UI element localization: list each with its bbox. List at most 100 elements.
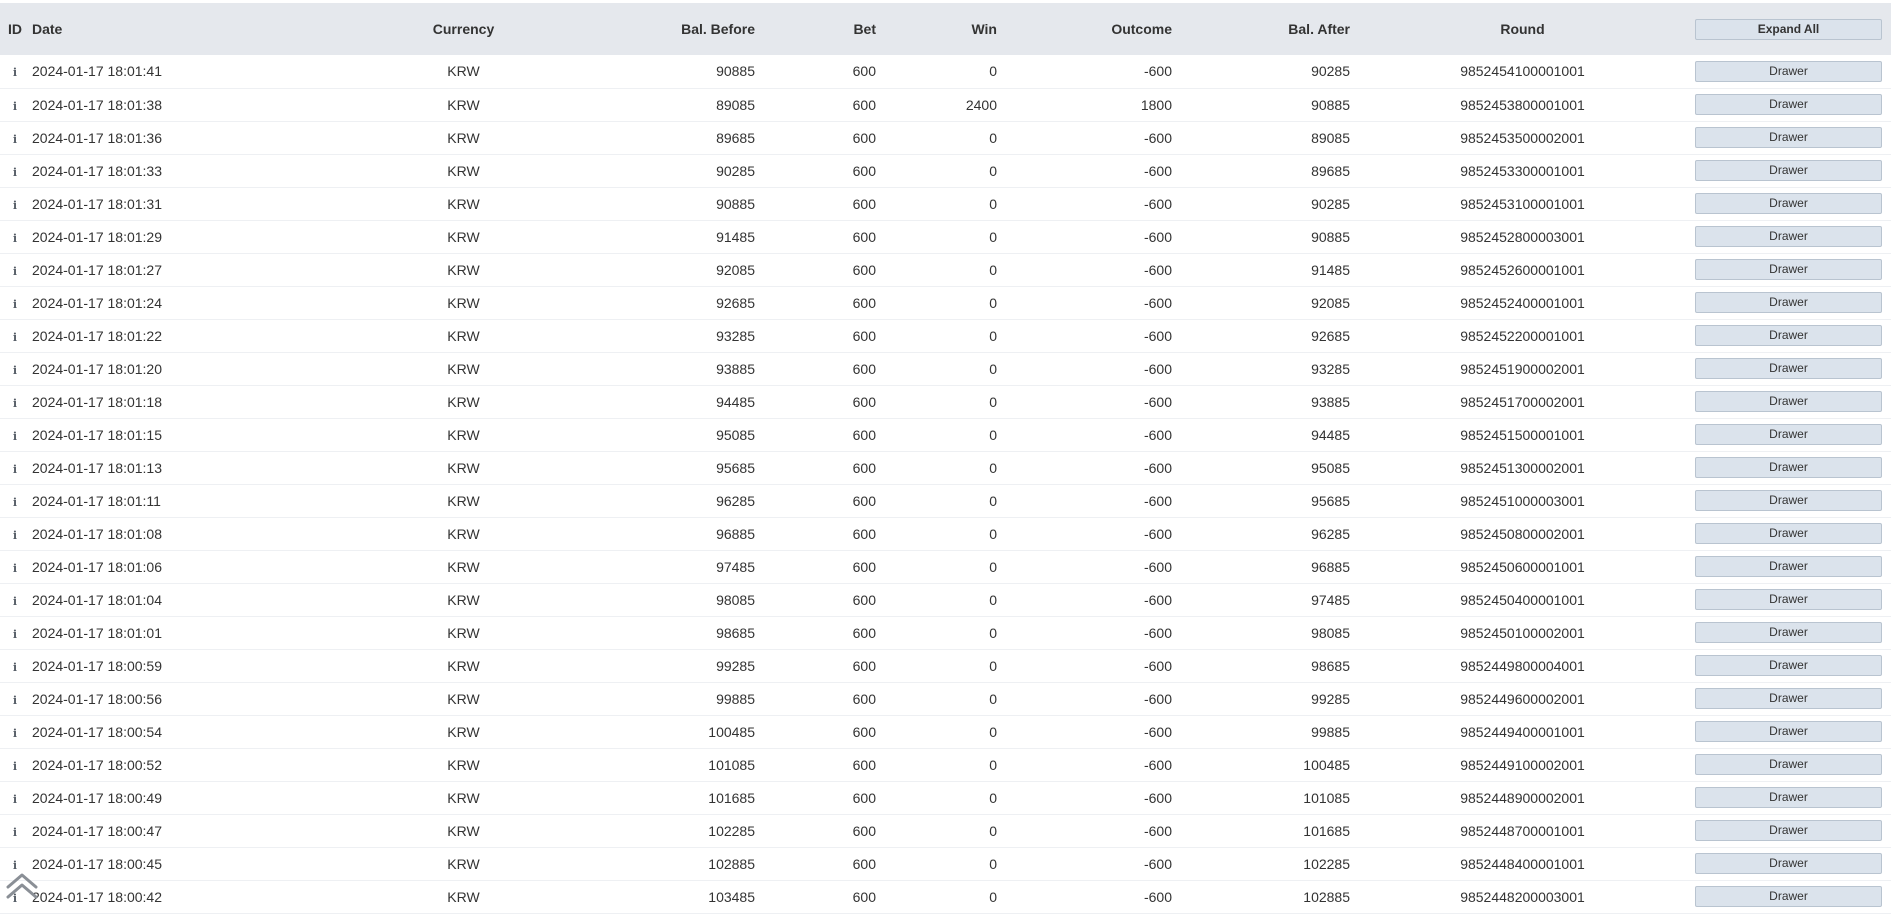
cell-actions: Drawer bbox=[1695, 616, 1891, 649]
drawer-button[interactable]: Drawer bbox=[1695, 556, 1882, 577]
drawer-button[interactable]: Drawer bbox=[1695, 688, 1882, 709]
col-header-currency[interactable]: Currency bbox=[272, 3, 655, 55]
cell-bet: 600 bbox=[852, 63, 876, 80]
info-icon[interactable]: i bbox=[8, 793, 22, 806]
drawer-button[interactable]: Drawer bbox=[1695, 127, 1882, 148]
cell-round: 9852450100002001 bbox=[1460, 624, 1585, 641]
row-info-cell: i bbox=[0, 550, 32, 583]
table-row: i 2024-01-17 18:01:33 KRW 90285 600 0 -600 8968… bbox=[0, 154, 1891, 187]
cell-bal-after: 93285 bbox=[1311, 360, 1350, 377]
drawer-button[interactable]: Drawer bbox=[1695, 853, 1882, 874]
table-row: i 2024-01-17 18:01:31 KRW 90885 600 0 -600 9028… bbox=[0, 187, 1891, 220]
cell-win: 0 bbox=[989, 360, 997, 377]
drawer-button[interactable]: Drawer bbox=[1695, 721, 1882, 742]
cell-currency: KRW bbox=[447, 129, 480, 146]
drawer-button[interactable]: Drawer bbox=[1695, 160, 1882, 181]
col-header-actions: Expand All bbox=[1695, 3, 1891, 55]
drawer-button[interactable]: Drawer bbox=[1695, 754, 1882, 775]
cell-bet: 600 bbox=[852, 690, 876, 707]
drawer-button[interactable]: Drawer bbox=[1695, 94, 1882, 115]
drawer-button[interactable]: Drawer bbox=[1695, 523, 1882, 544]
drawer-button[interactable]: Drawer bbox=[1695, 391, 1882, 412]
info-icon[interactable]: i bbox=[8, 397, 22, 410]
info-icon[interactable]: i bbox=[8, 133, 22, 146]
drawer-button[interactable]: Drawer bbox=[1695, 490, 1882, 511]
drawer-button[interactable]: Drawer bbox=[1695, 457, 1882, 478]
cell-win: 0 bbox=[989, 591, 997, 608]
cell-win: 0 bbox=[989, 459, 997, 476]
drawer-button[interactable]: Drawer bbox=[1695, 622, 1882, 643]
row-info-cell: i bbox=[0, 682, 32, 715]
cell-currency: KRW bbox=[447, 261, 480, 278]
cell-bet: 600 bbox=[852, 822, 876, 839]
drawer-button[interactable]: Drawer bbox=[1695, 787, 1882, 808]
info-icon[interactable]: i bbox=[8, 760, 22, 773]
drawer-button[interactable]: Drawer bbox=[1695, 589, 1882, 610]
drawer-button[interactable]: Drawer bbox=[1695, 193, 1882, 214]
info-icon[interactable]: i bbox=[8, 232, 22, 245]
row-info-cell: i bbox=[0, 385, 32, 418]
cell-date: 2024-01-17 18:01:22 bbox=[32, 327, 162, 344]
info-icon[interactable]: i bbox=[8, 529, 22, 542]
col-header-bet[interactable]: Bet bbox=[755, 3, 876, 55]
cell-win: 0 bbox=[989, 822, 997, 839]
table-row: i 2024-01-17 18:00:49 KRW 101685 600 0 -600 101… bbox=[0, 781, 1891, 814]
cell-bal-after: 95085 bbox=[1311, 459, 1350, 476]
col-header-outcome[interactable]: Outcome bbox=[997, 3, 1172, 55]
table-row: i 2024-01-17 18:01:15 KRW 95085 600 0 -600 9448… bbox=[0, 418, 1891, 451]
cell-date: 2024-01-17 18:00:45 bbox=[32, 855, 162, 872]
scroll-to-top-button[interactable] bbox=[5, 872, 39, 902]
cell-round: 9852450400001001 bbox=[1460, 591, 1585, 608]
cell-round: 9852452600001001 bbox=[1460, 261, 1585, 278]
col-header-bal-before[interactable]: Bal. Before bbox=[655, 3, 755, 55]
cell-actions: Drawer bbox=[1695, 517, 1891, 550]
info-icon[interactable]: i bbox=[8, 364, 22, 377]
info-icon[interactable]: i bbox=[8, 166, 22, 179]
drawer-button[interactable]: Drawer bbox=[1695, 325, 1882, 346]
row-info-cell: i bbox=[0, 352, 32, 385]
info-icon[interactable]: i bbox=[8, 595, 22, 608]
cell-round: 9852452200001001 bbox=[1460, 327, 1585, 344]
drawer-button[interactable]: Drawer bbox=[1695, 655, 1882, 676]
info-icon[interactable]: i bbox=[8, 199, 22, 212]
info-icon[interactable]: i bbox=[8, 496, 22, 509]
info-icon[interactable]: i bbox=[8, 100, 22, 113]
info-icon[interactable]: i bbox=[8, 430, 22, 443]
drawer-button[interactable]: Drawer bbox=[1695, 424, 1882, 445]
info-icon[interactable]: i bbox=[8, 331, 22, 344]
info-icon[interactable]: i bbox=[8, 694, 22, 707]
drawer-button[interactable]: Drawer bbox=[1695, 886, 1882, 907]
cell-bal-after: 97485 bbox=[1311, 591, 1350, 608]
col-header-bal-after[interactable]: Bal. After bbox=[1172, 3, 1350, 55]
drawer-button[interactable]: Drawer bbox=[1695, 292, 1882, 313]
drawer-button[interactable]: Drawer bbox=[1695, 60, 1882, 82]
info-icon[interactable]: i bbox=[8, 463, 22, 476]
info-icon[interactable]: i bbox=[8, 628, 22, 641]
col-header-win[interactable]: Win bbox=[876, 3, 997, 55]
expand-all-button[interactable]: Expand All bbox=[1695, 18, 1882, 40]
col-header-date[interactable]: Date bbox=[32, 3, 272, 55]
cell-win: 0 bbox=[989, 558, 997, 575]
drawer-button[interactable]: Drawer bbox=[1695, 820, 1882, 841]
row-info-cell: i bbox=[0, 451, 32, 484]
table-row: i 2024-01-17 18:00:45 KRW 102885 600 0 -600 102… bbox=[0, 847, 1891, 880]
drawer-button[interactable]: Drawer bbox=[1695, 226, 1882, 247]
drawer-button[interactable]: Drawer bbox=[1695, 259, 1882, 280]
info-icon[interactable]: i bbox=[8, 298, 22, 311]
cell-round: 9852453500002001 bbox=[1460, 129, 1585, 146]
info-icon[interactable]: i bbox=[8, 562, 22, 575]
info-icon[interactable]: i bbox=[8, 661, 22, 674]
info-icon[interactable]: i bbox=[8, 859, 22, 872]
info-icon[interactable]: i bbox=[8, 727, 22, 740]
col-header-id[interactable]: ID bbox=[0, 3, 32, 55]
info-icon[interactable]: i bbox=[8, 826, 22, 839]
drawer-button[interactable]: Drawer bbox=[1695, 358, 1882, 379]
table-row: i 2024-01-17 18:01:24 KRW 92685 600 0 -600 9208… bbox=[0, 286, 1891, 319]
table-row: i 2024-01-17 18:01:08 KRW 96885 600 0 -600 9628… bbox=[0, 517, 1891, 550]
col-header-round[interactable]: Round bbox=[1350, 3, 1695, 55]
cell-bet: 600 bbox=[852, 228, 876, 245]
row-info-cell: i bbox=[0, 583, 32, 616]
info-icon[interactable]: i bbox=[8, 66, 22, 79]
info-icon[interactable]: i bbox=[8, 265, 22, 278]
cell-currency: KRW bbox=[447, 426, 480, 443]
